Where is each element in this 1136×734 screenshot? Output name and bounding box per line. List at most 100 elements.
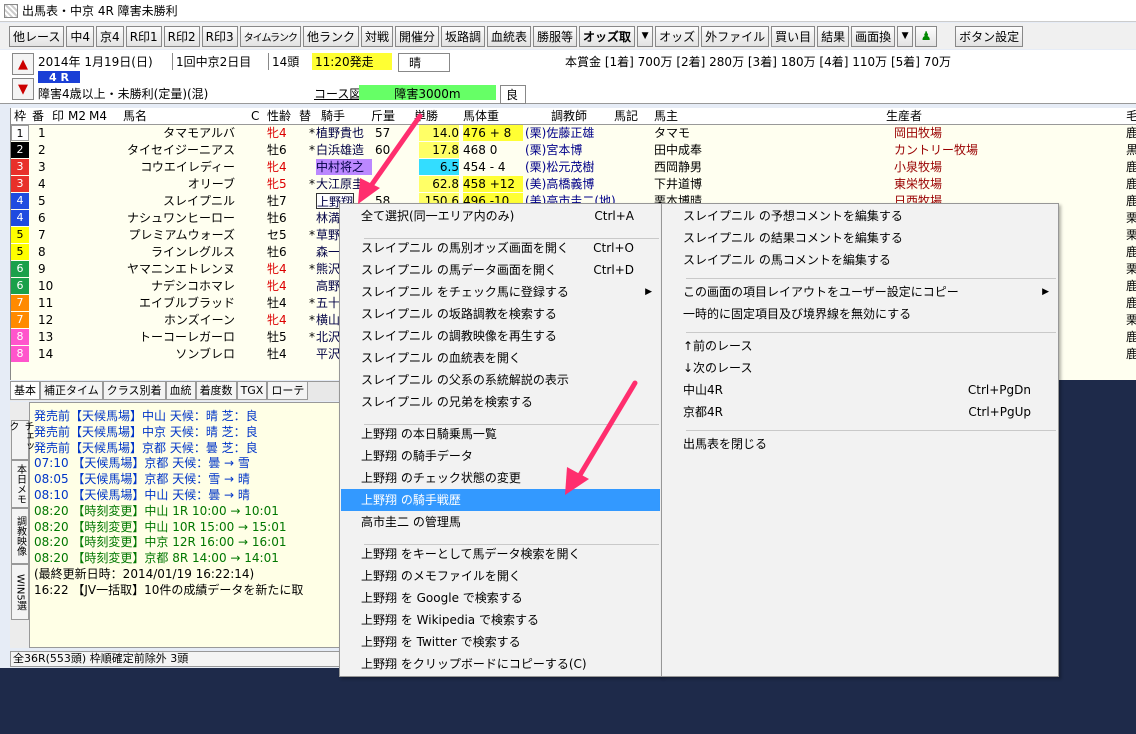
menu-item[interactable]: 中山4R Ctrl+PgDn: [663, 379, 1057, 401]
chu4-button[interactable]: 中4: [66, 25, 95, 47]
kaisai-label: 1回中京2日目: [172, 53, 251, 70]
col-waku[interactable]: 枠: [14, 108, 26, 124]
cell-sex: 牝4: [267, 279, 287, 293]
col-sex[interactable]: 性齢: [267, 108, 291, 124]
col-c[interactable]: C: [251, 108, 259, 124]
menu-item[interactable]: スレイプニル の兄弟を検索する: [341, 391, 660, 413]
col-trainer[interactable]: 調教師: [551, 108, 587, 124]
bottom-tabs: 基本 補正タイム クラス別着 血統 着度数 TGX ローテ: [10, 381, 340, 401]
tab-finish-count[interactable]: 着度数: [195, 382, 237, 400]
cell-breeder: 岡田牧場: [894, 126, 943, 140]
menu-item-label: 全て選択(同一エリア内のみ): [361, 209, 515, 223]
hill-training-button[interactable]: 坂路調: [441, 25, 486, 47]
bet-button[interactable]: 買い目: [771, 25, 816, 47]
cell-odds: 17.8: [419, 142, 459, 158]
menu-item[interactable]: スレイプニル の馬データ画面を開く Ctrl+D: [341, 259, 660, 281]
prev-race-arrow-icon[interactable]: ▲: [12, 53, 34, 75]
col-odds[interactable]: 単勝: [414, 108, 438, 124]
tab-class-result[interactable]: クラス別着: [102, 382, 166, 400]
tab-basic[interactable]: 基本: [10, 382, 40, 400]
next-race-arrow-icon[interactable]: ▼: [12, 78, 34, 100]
tab-check[interactable]: チェック: [7, 420, 33, 460]
table-row[interactable]: 3 4 オリーブ 牝5 * 大江原圭 62.8 458 +12 (美)高橋義博 下井道博 東栄牧場 鹿: [11, 176, 1136, 193]
button-settings[interactable]: ボタン設定: [955, 25, 1024, 47]
time-rank-button[interactable]: タイムランク: [239, 25, 301, 47]
kyo4-button[interactable]: 京4: [96, 25, 124, 47]
cell-sex: 牡4: [267, 347, 287, 361]
table-row[interactable]: 1 1 タマモアルバ 牝4 * 植野貴也 57 14.0 476 + 8 (栗)佐藤正雄 タマモ 岡田…: [11, 125, 1136, 142]
menu-item[interactable]: 上野翔 を Google で検索する: [341, 587, 660, 609]
menu-item[interactable]: 全て選択(同一エリア内のみ) Ctrl+A: [341, 205, 660, 227]
cell-owner: 西岡静男: [654, 160, 703, 174]
tab-win5[interactable]: WIN5選: [11, 564, 29, 620]
menu-item[interactable]: 上野翔 の騎手データ: [341, 445, 660, 467]
screen-switch-button[interactable]: 画面換: [851, 25, 896, 47]
menu-item[interactable]: スレイプニル の馬別オッズ画面を開く Ctrl+O: [341, 237, 660, 259]
menu-item[interactable]: 上野翔 を Twitter で検索する: [341, 631, 660, 653]
menu-item[interactable]: この画面の項目レイアウトをユーザー設定にコピー ▶: [663, 281, 1057, 303]
menu-item[interactable]: 上野翔 の騎手戦歴: [341, 489, 660, 511]
menu-item[interactable]: 上野翔 を Wikipedia で検索する: [341, 609, 660, 631]
external-file-button[interactable]: 外ファイル: [701, 25, 770, 47]
table-row[interactable]: 3 3 コウエイレディー 牝4 中村将之 6.5 454 - 4 (栗)松元茂樹 西岡静男 小泉牧…: [11, 159, 1136, 176]
user-icon[interactable]: ♟: [915, 25, 938, 47]
r-mark2-button[interactable]: R印2: [163, 25, 200, 47]
menu-item[interactable]: 上野翔 の本日騎乗馬一覧: [341, 423, 660, 445]
menu-item[interactable]: スレイプニル の結果コメントを編集する: [663, 227, 1057, 249]
tab-today-memo[interactable]: 本日メモ: [11, 460, 29, 508]
menu-item[interactable]: スレイプニル の調教映像を再生する: [341, 325, 660, 347]
menu-item-label: スレイプニル の馬コメントを編集する: [683, 253, 891, 267]
col-kae[interactable]: 替: [299, 108, 311, 124]
tab-tgx[interactable]: TGX: [236, 382, 268, 400]
col-kigo[interactable]: 馬記: [614, 108, 638, 124]
r-mark1-button[interactable]: R印1: [125, 25, 162, 47]
silks-button[interactable]: 勝服等: [533, 25, 578, 47]
kaisai-button[interactable]: 開催分: [394, 25, 439, 47]
col-jockey[interactable]: 騎手: [321, 108, 345, 124]
col-mark[interactable]: 印: [52, 108, 64, 124]
menu-item[interactable]: スレイプニル をチェック馬に登録する ▶: [341, 281, 660, 303]
course-map-link[interactable]: コース図: [314, 85, 361, 102]
tab-training-video[interactable]: 調教映像: [11, 508, 29, 564]
result-button[interactable]: 結果: [817, 25, 850, 47]
waku-cell: 5: [11, 244, 29, 260]
matchup-button[interactable]: 対戦: [360, 25, 393, 47]
col-m2[interactable]: M2: [68, 108, 86, 124]
tab-corrected-time[interactable]: 補正タイム: [40, 382, 103, 400]
menu-item[interactable]: 上野翔 をクリップボードにコピーする(C): [341, 653, 660, 675]
screen-dropdown-icon[interactable]: ▼: [897, 25, 914, 47]
tab-rotation[interactable]: ローテ: [267, 382, 309, 400]
menu-item[interactable]: ↑前のレース: [663, 335, 1057, 357]
menu-item[interactable]: ↓次のレース: [663, 357, 1057, 379]
other-race-button[interactable]: 他レース: [9, 25, 65, 47]
menu-item[interactable]: 一時的に固定項目及び境界線を無効にする: [663, 303, 1057, 325]
menu-item[interactable]: 上野翔 をキーとして馬データ検索を開く: [341, 543, 660, 565]
other-rank-button[interactable]: 他ランク: [302, 25, 359, 47]
col-ke[interactable]: 毛: [1126, 108, 1136, 124]
pedigree-button[interactable]: 血統表: [487, 25, 532, 47]
col-breeder[interactable]: 生産者: [886, 108, 922, 124]
menu-item[interactable]: スレイプニル の予想コメントを編集する: [663, 205, 1057, 227]
menu-item[interactable]: 高市圭二 の管理馬: [341, 511, 660, 533]
menu-item[interactable]: スレイプニル の馬コメントを編集する: [663, 249, 1057, 271]
menu-item[interactable]: スレイプニル の血統表を開く: [341, 347, 660, 369]
col-kin[interactable]: 斤量: [371, 108, 395, 124]
col-name[interactable]: 馬名: [123, 108, 147, 124]
menu-item[interactable]: スレイプニル の坂路調教を検索する: [341, 303, 660, 325]
cell-num: 6: [38, 211, 46, 225]
col-m4[interactable]: M4: [89, 108, 107, 124]
table-row[interactable]: 2 2 タイセイジーニアス 牡6 * 白浜雄造 60 17.8 468 0 (栗)宮本博 田中成奉 カ…: [11, 142, 1136, 159]
col-owner[interactable]: 馬主: [654, 108, 678, 124]
tab-pedigree[interactable]: 血統: [165, 382, 196, 400]
menu-item[interactable]: 出馬表を閉じる: [663, 433, 1057, 455]
col-weight[interactable]: 馬体重: [463, 108, 499, 124]
menu-item[interactable]: 上野翔 のメモファイルを開く: [341, 565, 660, 587]
r-mark3-button[interactable]: R印3: [201, 25, 238, 47]
odds-button[interactable]: オッズ: [655, 25, 700, 47]
odds-fetch-button[interactable]: オッズ取: [579, 25, 636, 47]
odds-dropdown-icon[interactable]: ▼: [637, 25, 654, 47]
menu-item[interactable]: 京都4R Ctrl+PgUp: [663, 401, 1057, 423]
menu-item[interactable]: 上野翔 のチェック状態の変更: [341, 467, 660, 489]
menu-item[interactable]: スレイプニル の父系の系統解説の表示: [341, 369, 660, 391]
col-num[interactable]: 番: [32, 108, 44, 124]
